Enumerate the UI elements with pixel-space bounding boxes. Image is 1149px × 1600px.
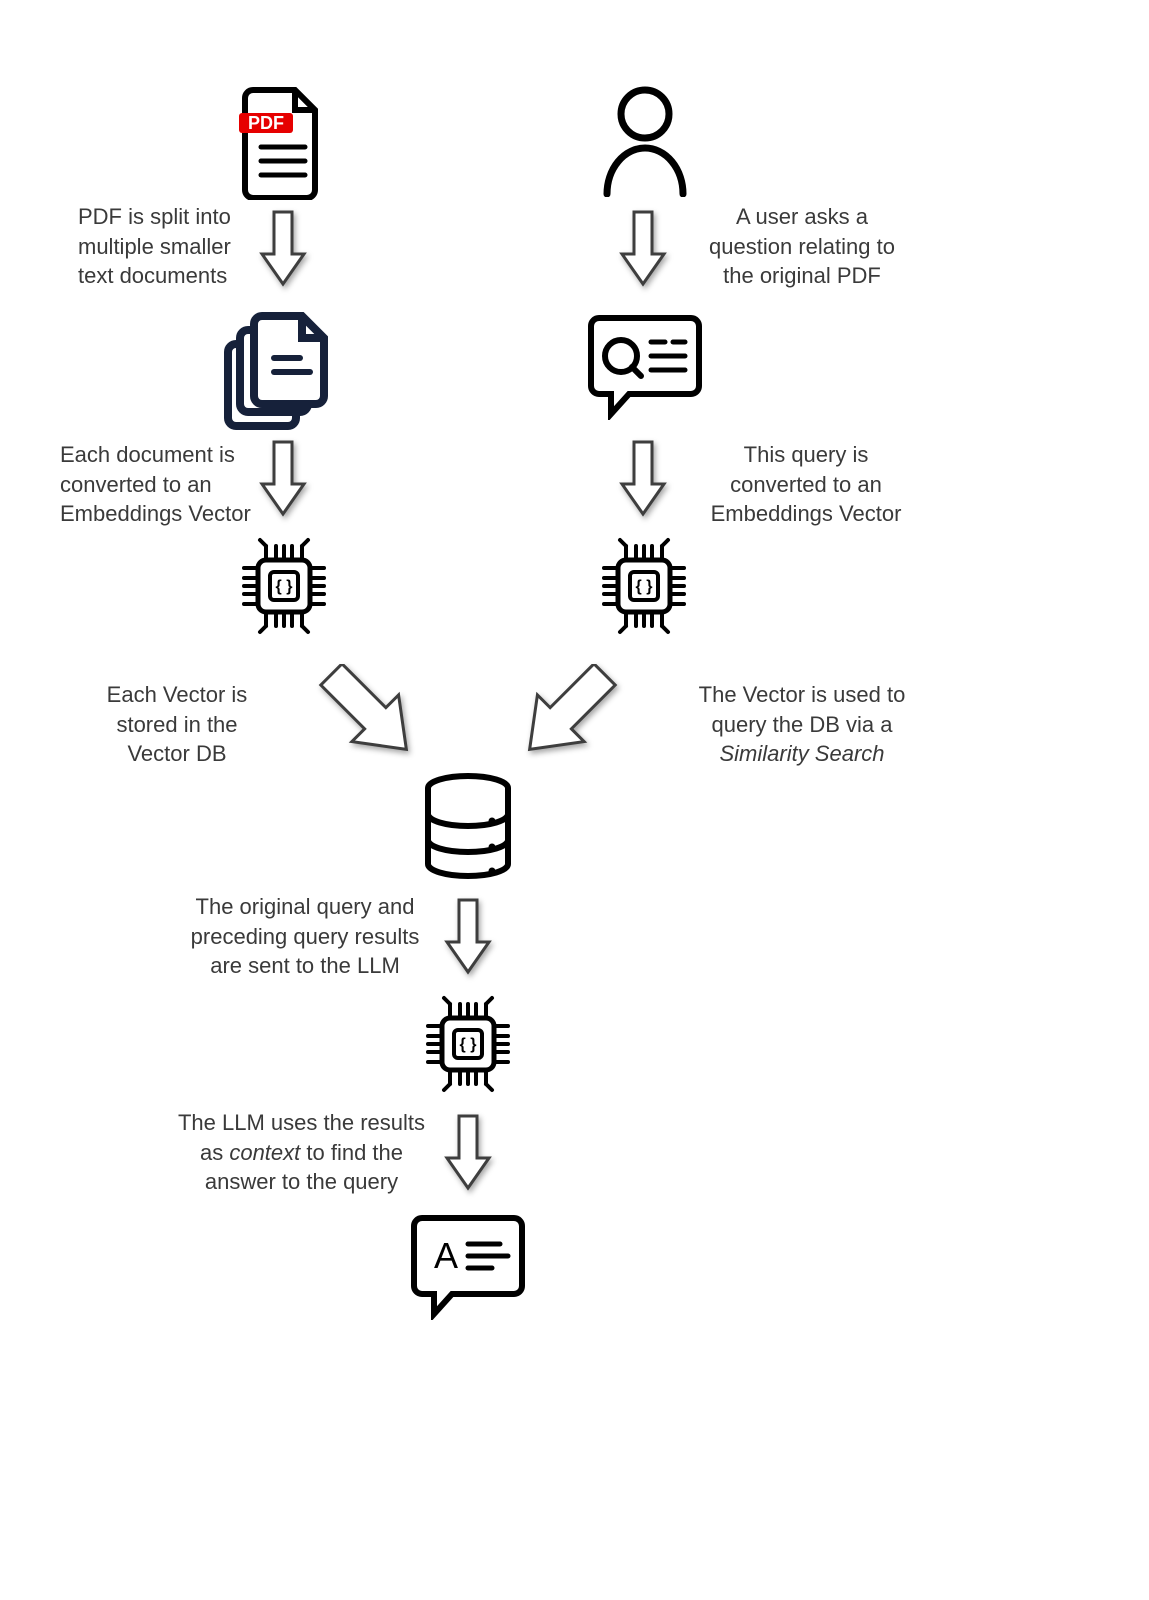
arrow-down-icon [618, 438, 668, 518]
arrow-down-icon [618, 208, 668, 288]
chip-icon: { } [592, 534, 696, 638]
label-right-3: The Vector is used to query the DB via a… [692, 680, 912, 769]
arrow-down-icon [258, 438, 308, 518]
arrow-down-icon [443, 1112, 493, 1192]
pdf-badge-text: PDF [248, 113, 284, 133]
label-right-3b: Similarity Search [719, 741, 884, 766]
chip-icon: { } [416, 992, 520, 1096]
label-right-2: This query is converted to an Embeddings… [696, 440, 916, 529]
person-icon [595, 82, 695, 197]
label-right-1: A user asks a question relating to the o… [692, 202, 912, 291]
answer-letter: A [434, 1235, 458, 1276]
label-left-2: Each document is converted to an Embeddi… [60, 440, 255, 529]
arrow-down-icon [258, 208, 308, 288]
label-bottom-1: The original query and preceding query r… [175, 892, 435, 981]
diagram-canvas: PDF PDF is split into multiple smaller t… [0, 0, 1149, 1600]
document-stack-icon [222, 310, 342, 430]
svg-text:{ }: { } [636, 578, 653, 595]
arrow-down-icon [443, 896, 493, 976]
label-left-1: PDF is split into multiple smaller text … [78, 202, 248, 291]
label-right-3a: The Vector is used to query the DB via a [699, 682, 906, 737]
pdf-file-icon: PDF [233, 85, 333, 200]
chip-icon: { } [232, 534, 336, 638]
label-bottom-2b: context [229, 1140, 300, 1165]
svg-text:{ }: { } [276, 578, 293, 595]
arrow-diagonal-right-icon [316, 664, 426, 764]
label-left-3: Each Vector is stored in the Vector DB [92, 680, 262, 769]
arrow-diagonal-left-icon [510, 664, 620, 764]
database-icon [420, 772, 516, 882]
answer-bubble-icon: A [408, 1210, 528, 1320]
question-bubble-icon [585, 310, 705, 420]
label-bottom-2: The LLM uses the results as context to f… [164, 1108, 439, 1197]
svg-text:{ }: { } [460, 1036, 477, 1053]
